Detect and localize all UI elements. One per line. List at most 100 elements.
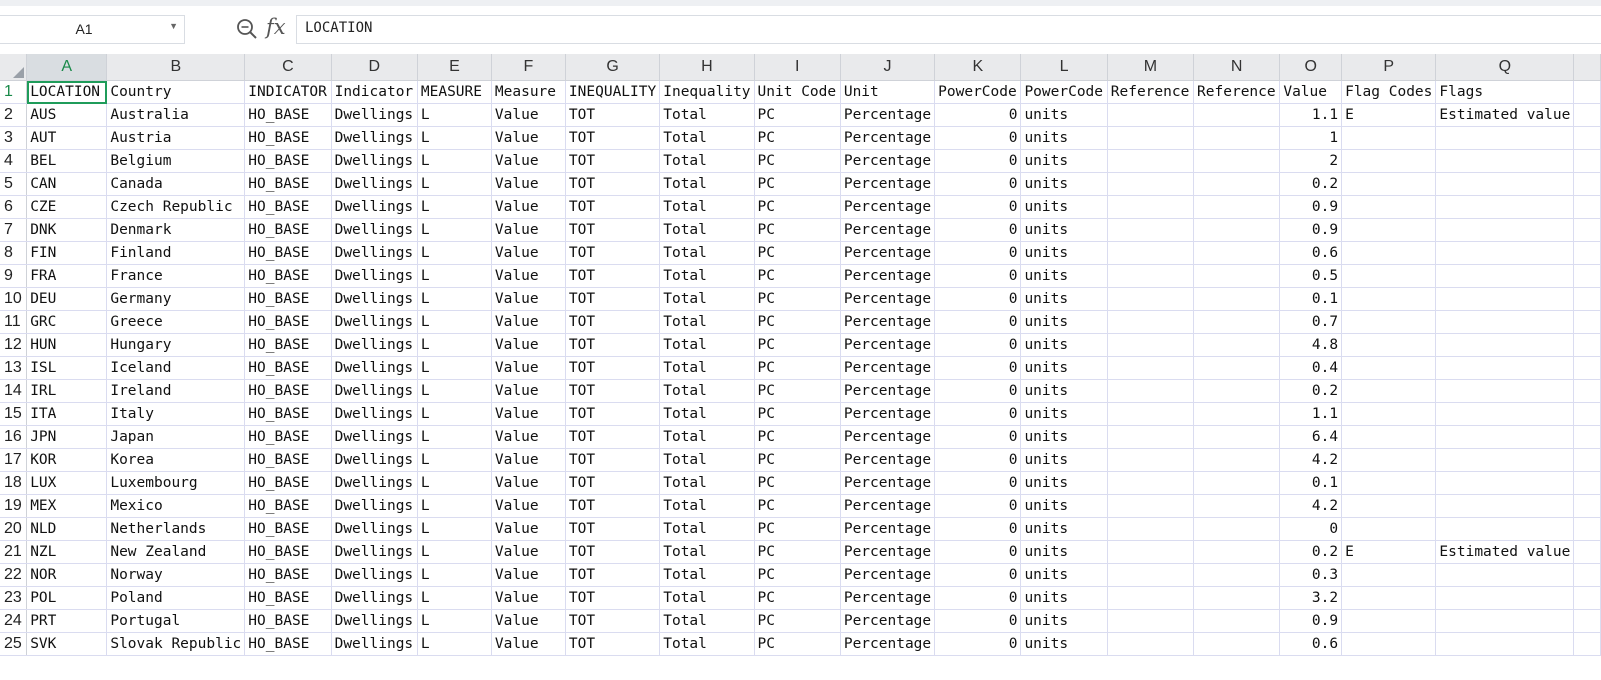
cell-C13[interactable]: HO_BASE [244, 356, 332, 380]
row-header[interactable]: 12 [0, 333, 28, 357]
cell-N5[interactable] [1193, 172, 1281, 196]
row-header[interactable]: 16 [0, 425, 28, 449]
cell-R22[interactable] [1573, 563, 1601, 587]
cell-B9[interactable]: France [106, 264, 246, 288]
cell-D13[interactable]: Dwellings [331, 356, 418, 380]
cell-D4[interactable]: Dwellings [331, 149, 418, 173]
column-header-C[interactable]: C [244, 54, 332, 81]
cell-I2[interactable]: PC [754, 103, 841, 127]
column-header-O[interactable]: O [1279, 54, 1343, 81]
cell-O15[interactable]: 1.1 [1279, 402, 1343, 426]
cell-N24[interactable] [1193, 609, 1281, 633]
cell-J10[interactable]: Percentage [840, 287, 936, 311]
cell-D17[interactable]: Dwellings [331, 448, 418, 472]
cell-N25[interactable] [1193, 632, 1281, 656]
cell-K19[interactable]: 0 [934, 494, 1022, 518]
cell-N19[interactable] [1193, 494, 1281, 518]
cell-M15[interactable] [1107, 402, 1195, 426]
cell-B2[interactable]: Australia [106, 103, 246, 127]
cell-M18[interactable] [1107, 471, 1195, 495]
cell-O25[interactable]: 0.6 [1279, 632, 1343, 656]
cell-H22[interactable]: Total [659, 563, 755, 587]
cell-C19[interactable]: HO_BASE [244, 494, 332, 518]
cell-I10[interactable]: PC [754, 287, 841, 311]
cell-D5[interactable]: Dwellings [331, 172, 418, 196]
name-box[interactable]: A1 ▼ [0, 15, 185, 44]
cell-D6[interactable]: Dwellings [331, 195, 418, 219]
column-header-E[interactable]: E [417, 54, 492, 81]
cell-R20[interactable] [1573, 517, 1601, 541]
cell-C5[interactable]: HO_BASE [244, 172, 332, 196]
cell-B1[interactable]: Country [106, 80, 246, 104]
cell-Q21[interactable]: Estimated value [1435, 540, 1575, 564]
cell-J1[interactable]: Unit [840, 80, 936, 104]
cell-D11[interactable]: Dwellings [331, 310, 418, 334]
cell-D8[interactable]: Dwellings [331, 241, 418, 265]
cell-C8[interactable]: HO_BASE [244, 241, 332, 265]
cell-N1[interactable]: Reference [1193, 80, 1281, 104]
cell-O11[interactable]: 0.7 [1279, 310, 1343, 334]
cell-D10[interactable]: Dwellings [331, 287, 418, 311]
cell-I7[interactable]: PC [754, 218, 841, 242]
cell-E13[interactable]: L [417, 356, 492, 380]
cell-H6[interactable]: Total [659, 195, 755, 219]
cell-O12[interactable]: 4.8 [1279, 333, 1343, 357]
row-header[interactable]: 17 [0, 448, 28, 472]
select-all-corner[interactable] [0, 54, 28, 81]
cell-R25[interactable] [1573, 632, 1601, 656]
cell-F17[interactable]: Value [491, 448, 566, 472]
cell-N12[interactable] [1193, 333, 1281, 357]
cell-R9[interactable] [1573, 264, 1601, 288]
cell-H25[interactable]: Total [659, 632, 755, 656]
cell-Q10[interactable] [1435, 287, 1575, 311]
cell-Q19[interactable] [1435, 494, 1575, 518]
cell-M10[interactable] [1107, 287, 1195, 311]
cell-F24[interactable]: Value [491, 609, 566, 633]
cell-E22[interactable]: L [417, 563, 492, 587]
cell-B20[interactable]: Netherlands [106, 517, 246, 541]
cell-L2[interactable]: units [1020, 103, 1108, 127]
cell-D9[interactable]: Dwellings [331, 264, 418, 288]
cell-K14[interactable]: 0 [934, 379, 1022, 403]
cell-E14[interactable]: L [417, 379, 492, 403]
cell-P21[interactable]: E [1341, 540, 1437, 564]
cell-P2[interactable]: E [1341, 103, 1437, 127]
cell-Q1[interactable]: Flags [1435, 80, 1575, 104]
cell-J16[interactable]: Percentage [840, 425, 936, 449]
cell-B6[interactable]: Czech Republic [106, 195, 246, 219]
cell-H5[interactable]: Total [659, 172, 755, 196]
cell-F11[interactable]: Value [491, 310, 566, 334]
cell-B24[interactable]: Portugal [106, 609, 246, 633]
cell-R2[interactable] [1573, 103, 1601, 127]
cell-C2[interactable]: HO_BASE [244, 103, 332, 127]
cell-R3[interactable] [1573, 126, 1601, 150]
chevron-down-icon[interactable]: ▼ [169, 21, 178, 31]
cell-O17[interactable]: 4.2 [1279, 448, 1343, 472]
cell-Q11[interactable] [1435, 310, 1575, 334]
cell-N16[interactable] [1193, 425, 1281, 449]
cell-N23[interactable] [1193, 586, 1281, 610]
row-header[interactable]: 23 [0, 586, 28, 610]
cell-J6[interactable]: Percentage [840, 195, 936, 219]
cell-E15[interactable]: L [417, 402, 492, 426]
cell-I22[interactable]: PC [754, 563, 841, 587]
cell-E1[interactable]: MEASURE [417, 80, 492, 104]
cell-D15[interactable]: Dwellings [331, 402, 418, 426]
cell-G19[interactable]: TOT [565, 494, 661, 518]
cell-H14[interactable]: Total [659, 379, 755, 403]
cell-G15[interactable]: TOT [565, 402, 661, 426]
cell-J25[interactable]: Percentage [840, 632, 936, 656]
cell-H16[interactable]: Total [659, 425, 755, 449]
cell-Q25[interactable] [1435, 632, 1575, 656]
cell-D2[interactable]: Dwellings [331, 103, 418, 127]
cell-O5[interactable]: 0.2 [1279, 172, 1343, 196]
cell-P16[interactable] [1341, 425, 1437, 449]
cell-P8[interactable] [1341, 241, 1437, 265]
cell-M25[interactable] [1107, 632, 1195, 656]
cell-E7[interactable]: L [417, 218, 492, 242]
cell-N17[interactable] [1193, 448, 1281, 472]
cell-L8[interactable]: units [1020, 241, 1108, 265]
cell-R16[interactable] [1573, 425, 1601, 449]
cell-M23[interactable] [1107, 586, 1195, 610]
cell-K7[interactable]: 0 [934, 218, 1022, 242]
